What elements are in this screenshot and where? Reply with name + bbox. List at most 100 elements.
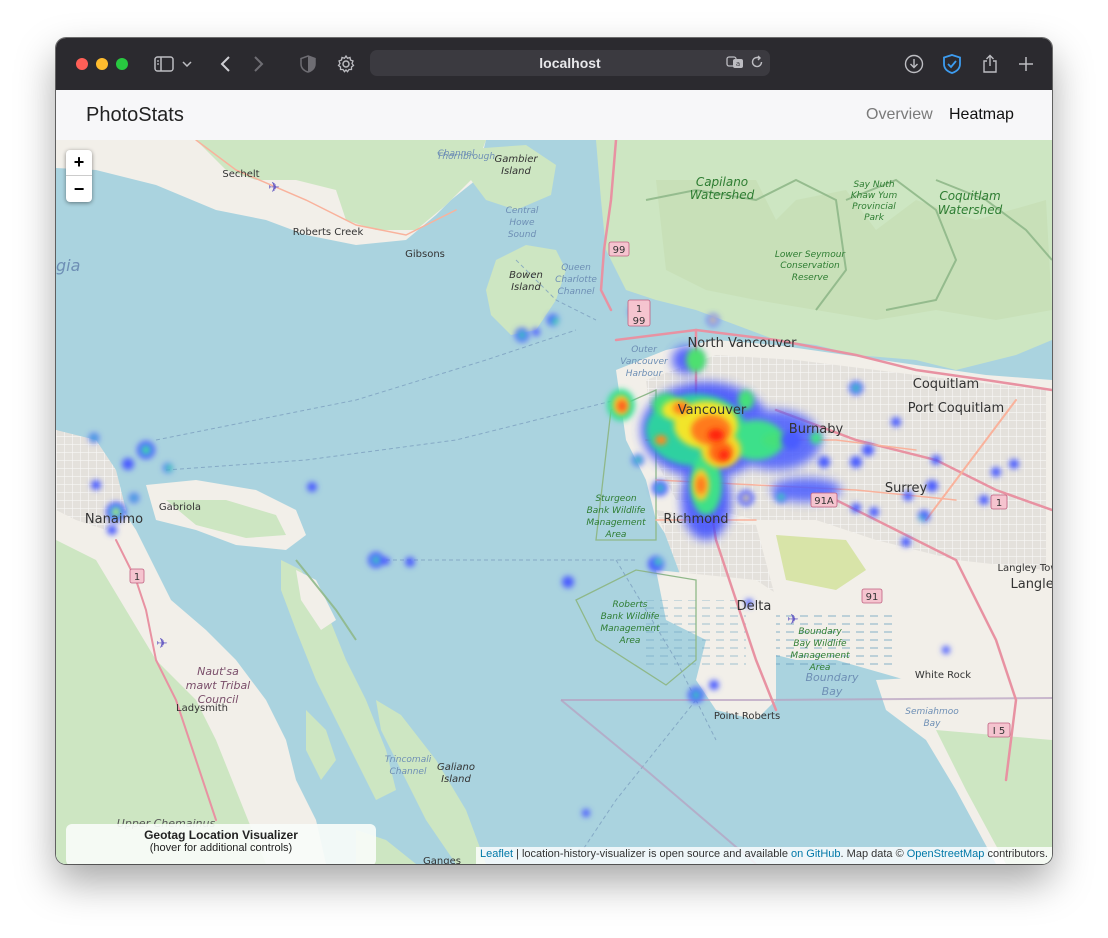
label-capilano-1: Capilano [696, 175, 748, 189]
zoom-in-button[interactable]: + [66, 150, 92, 176]
visualizer-subtitle: (hover for additional controls) [149, 842, 293, 854]
svg-text:a: a [736, 60, 740, 68]
heatmap-map[interactable]: 99 1 99 91A 1 91 1 I 5 ✈ ✈ ✈ Sechelt Rob… [56, 140, 1052, 864]
label-white-rock: White Rock [915, 670, 971, 681]
label-sturgeon-1: Sturgeon [595, 494, 636, 504]
downloads-icon[interactable] [902, 52, 926, 76]
label-howe-2: Howe [509, 218, 535, 228]
nav-heatmap-link[interactable]: Heatmap [949, 106, 1014, 124]
attribution-text-2: . Map data © [840, 848, 907, 860]
svg-text:✈: ✈ [787, 612, 799, 628]
label-port-coquitlam: Port Coquitlam [908, 401, 1004, 416]
label-lower-seymour-1: Lower Seymour [775, 250, 847, 260]
back-arrow-icon[interactable] [213, 52, 237, 76]
chevron-down-icon[interactable] [180, 52, 194, 76]
share-icon[interactable] [978, 52, 1002, 76]
label-capilano-2: Watershed [690, 188, 755, 202]
address-bar[interactable]: localhost a [370, 50, 770, 76]
label-howe-3: Sound [508, 230, 537, 240]
brand-title[interactable]: PhotoStats [86, 104, 184, 127]
label-sechelt: Sechelt [222, 169, 259, 180]
label-surrey: Surrey [885, 481, 928, 496]
new-tab-plus-icon[interactable] [1014, 52, 1038, 76]
translate-icon[interactable]: a [726, 55, 744, 74]
label-north-vancouver: North Vancouver [688, 336, 798, 351]
label-coquitlam: Coquitlam [913, 377, 979, 392]
label-point-roberts: Point Roberts [714, 711, 780, 722]
attribution-text-1: | location-history-visualizer is open so… [513, 848, 792, 860]
github-link[interactable]: on GitHub [791, 848, 841, 860]
label-bowen-1: Bowen [509, 270, 543, 281]
label-sturgeon-2: Bank Wildlife [587, 506, 646, 516]
close-window-button[interactable] [76, 58, 88, 70]
label-trincomali-1: Trincomali [385, 755, 432, 765]
label-nautsa-2: mawt Tribal [186, 679, 251, 692]
label-say-nuth-1: Say Nuth [853, 180, 894, 190]
label-queen-1: Queen [561, 263, 591, 273]
hwy1-c-shield: 1 [134, 572, 140, 583]
label-bowen-2: Island [511, 282, 541, 293]
browser-toolbar: localhost a [56, 38, 1052, 90]
map-attribution: Leaflet | location-history-visualizer is… [475, 847, 1052, 864]
hwy1-a-shield: 1 [636, 304, 642, 315]
sidebar-toggle-icon[interactable] [152, 52, 176, 76]
label-nautsa-3: Council [198, 693, 239, 706]
svg-text:✈: ✈ [156, 636, 168, 652]
zoom-control: + − [66, 150, 92, 202]
label-roberts-creek: Roberts Creek [293, 227, 364, 238]
label-delta: Delta [737, 599, 772, 614]
visualizer-title: Geotag Location Visualizer [144, 828, 298, 842]
openstreetmap-link[interactable]: OpenStreetMap [907, 848, 985, 860]
label-sturgeon-3: Management [586, 518, 646, 528]
label-coquitlam-ws-1: Coquitlam [939, 189, 1000, 203]
label-roberts-bank-1: Roberts [613, 600, 648, 610]
label-ganges: Ganges [423, 856, 461, 864]
hwy91-shield: 91 [866, 592, 879, 603]
hwy1-b-shield: 1 [996, 498, 1002, 509]
label-harbour-1: Outer [631, 345, 658, 355]
label-semiahmoo-1: Semiahmoo [905, 707, 959, 717]
label-boundary-wma-2: Bay Wildlife [793, 639, 847, 649]
attribution-text-3: contributors. [984, 848, 1048, 860]
label-galiano-1: Galiano [437, 762, 475, 773]
label-gambier-1: Gambier [494, 154, 538, 165]
label-burnaby: Burnaby [789, 422, 844, 437]
browser-window: localhost a PhotoStats Overview Heatmap [56, 38, 1052, 864]
label-thornbrough-2: Channel [438, 149, 475, 159]
label-boundary-bay-1: Boundary [806, 671, 859, 684]
nav-overview-link[interactable]: Overview [866, 106, 933, 124]
reload-icon[interactable] [750, 55, 764, 74]
maximize-window-button[interactable] [116, 58, 128, 70]
leaflet-link[interactable]: Leaflet [480, 848, 513, 860]
label-vancouver: Vancouver [678, 403, 747, 418]
label-say-nuth-4: Park [864, 213, 885, 223]
label-galiano-2: Island [441, 774, 471, 785]
address-text: localhost [539, 55, 601, 71]
svg-text:✈: ✈ [268, 180, 280, 196]
label-queen-3: Channel [558, 287, 595, 297]
map-tiles: 99 1 99 91A 1 91 1 I 5 ✈ ✈ ✈ Sechelt Rob… [56, 140, 1052, 864]
zoom-out-button[interactable]: − [66, 176, 92, 202]
settings-gear-icon[interactable] [334, 52, 358, 76]
privacy-shield-icon[interactable] [296, 52, 320, 76]
label-lower-seymour-2: Conservation [780, 261, 840, 271]
label-nanaimo: Nanaimo [85, 512, 143, 527]
i5-shield: I 5 [993, 726, 1006, 737]
visualizer-panel[interactable]: Geotag Location Visualizer (hover for ad… [66, 824, 376, 864]
minimize-window-button[interactable] [96, 58, 108, 70]
label-say-nuth-2: Khaw Yum [851, 191, 898, 201]
label-gibsons: Gibsons [405, 249, 445, 260]
label-semiahmoo-2: Bay [923, 719, 941, 729]
label-coquitlam-ws-2: Watershed [938, 203, 1003, 217]
label-harbour-2: Vancouver [620, 357, 669, 367]
app-navbar: PhotoStats Overview Heatmap [56, 90, 1052, 141]
label-boundary-wma-1: Boundary [798, 627, 842, 637]
label-georgia: gia [56, 256, 80, 275]
label-langley-town: Langley Tow [997, 563, 1052, 574]
bitwarden-extension-icon[interactable] [940, 52, 964, 76]
label-trincomali-2: Channel [390, 767, 427, 777]
label-nautsa-1: Naut'sa [197, 665, 239, 678]
forward-arrow-icon[interactable] [247, 52, 271, 76]
label-gabriola: Gabriola [159, 502, 201, 513]
label-lower-seymour-3: Reserve [792, 273, 829, 283]
